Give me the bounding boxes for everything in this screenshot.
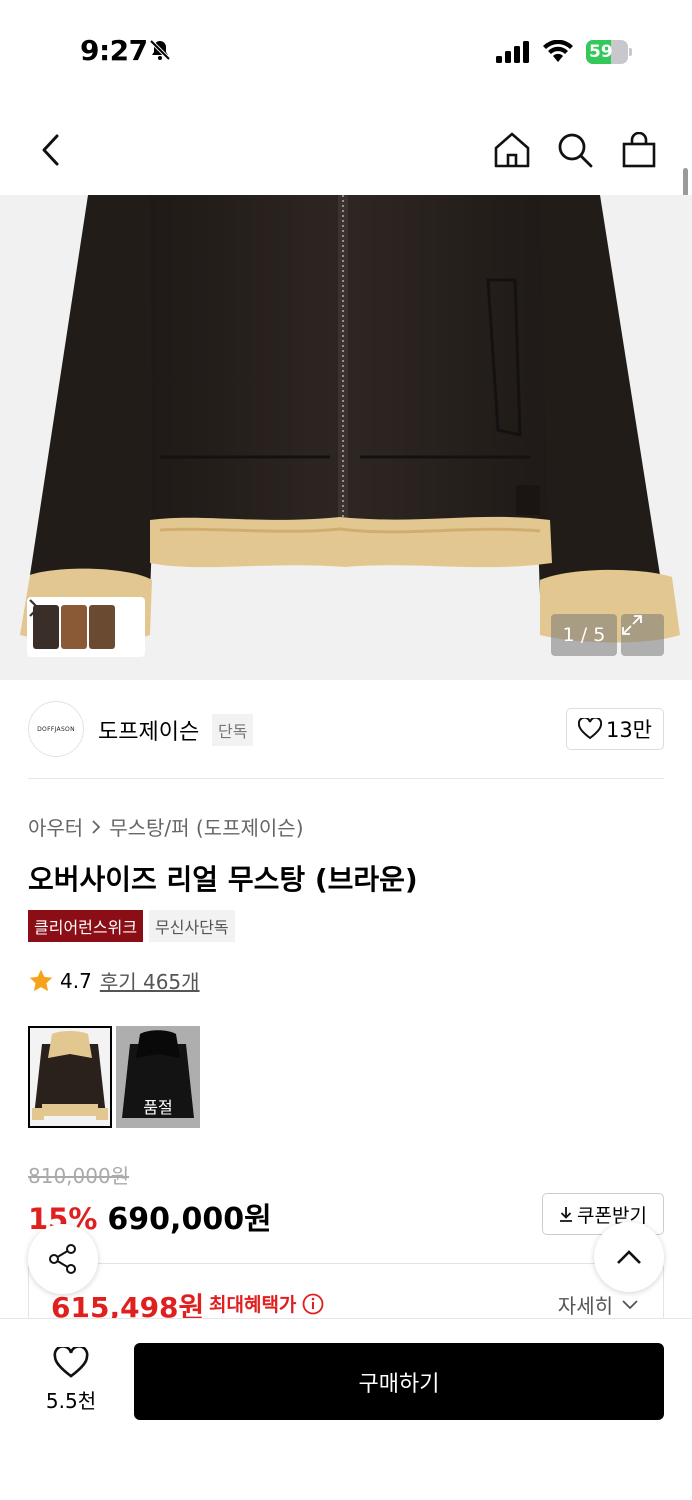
back-button[interactable] bbox=[28, 128, 72, 172]
share-button[interactable] bbox=[28, 1224, 98, 1294]
benefit-detail-toggle[interactable]: 자세히 bbox=[558, 1290, 639, 1319]
rating-score: 4.7 bbox=[60, 968, 92, 993]
sale-price: 690,000원 bbox=[107, 1202, 272, 1237]
brown-jacket-thumbnail bbox=[30, 1028, 110, 1126]
star-icon bbox=[29, 969, 53, 991]
battery-percent: 59 bbox=[589, 42, 613, 62]
product-badges: 클리어런스위크 무신사단독 bbox=[28, 910, 235, 942]
brand-like-button[interactable]: 13만 bbox=[565, 708, 664, 750]
brand-like-count: 13만 bbox=[605, 718, 652, 742]
breadcrumb: 아우터 무스탕/퍼 (도프제이슨) bbox=[28, 812, 304, 841]
battery-charging-icon: 59 bbox=[586, 40, 632, 64]
reviews-link[interactable]: 후기 465개 bbox=[100, 966, 200, 995]
bottom-action-bar: 5.5천 구매하기 bbox=[0, 1318, 692, 1500]
gallery-thumbnail-strip[interactable] bbox=[27, 597, 145, 657]
color-options: 품절 bbox=[28, 1026, 204, 1128]
back-chevron-icon bbox=[42, 134, 59, 166]
home-icon bbox=[494, 132, 530, 168]
wishlist-count: 5.5천 bbox=[45, 1389, 97, 1413]
color-option-brown[interactable] bbox=[28, 1026, 112, 1128]
shopping-bag-icon bbox=[622, 132, 656, 168]
brand-name[interactable]: 도프제이슨 bbox=[98, 714, 199, 746]
color-option-black[interactable]: 품절 bbox=[116, 1026, 200, 1128]
fullscreen-button[interactable] bbox=[621, 614, 664, 656]
thumbnail-image bbox=[89, 605, 115, 649]
chevron-right-icon bbox=[92, 819, 101, 834]
product-image-gallery[interactable]: 1 / 5 bbox=[0, 195, 692, 680]
image-counter: 1 / 5 bbox=[551, 614, 617, 656]
cart-button[interactable] bbox=[617, 128, 661, 172]
expand-icon bbox=[622, 615, 642, 635]
wishlist-button[interactable]: 5.5천 bbox=[36, 1347, 106, 1417]
benefit-detail-label: 자세히 bbox=[557, 1294, 613, 1318]
chevron-up-icon bbox=[617, 1250, 641, 1264]
chevron-right-icon bbox=[29, 599, 40, 617]
cellular-signal-icon bbox=[496, 41, 529, 63]
top-navigation bbox=[0, 120, 692, 180]
status-time: 9:27 bbox=[80, 34, 148, 67]
heart-icon bbox=[577, 718, 602, 740]
home-button[interactable] bbox=[490, 128, 534, 172]
search-button[interactable] bbox=[553, 128, 597, 172]
search-icon bbox=[558, 133, 593, 168]
breadcrumb-subcategory[interactable]: 무스탕/퍼 (도프제이슨) bbox=[109, 812, 303, 841]
exclusive-badge: 단독 bbox=[212, 714, 254, 746]
download-icon bbox=[560, 1207, 573, 1222]
divider bbox=[28, 778, 664, 779]
bell-slash-icon bbox=[149, 39, 171, 61]
thumbnail-image bbox=[61, 605, 87, 649]
status-bar: 9:27 59 bbox=[0, 0, 692, 100]
max-benefit-text: 최대혜택가 bbox=[209, 1294, 297, 1316]
max-benefit-label: 최대혜택가 bbox=[209, 1290, 324, 1317]
original-price: 810,000원 bbox=[28, 1164, 130, 1188]
exclusive-badge: 무신사단독 bbox=[149, 910, 235, 942]
scroll-top-button[interactable] bbox=[594, 1222, 664, 1292]
buy-button[interactable]: 구매하기 bbox=[134, 1343, 664, 1420]
product-title: 오버사이즈 리얼 무스탕 (브라운) bbox=[28, 863, 418, 896]
chevron-down-icon bbox=[622, 1299, 638, 1309]
share-icon bbox=[49, 1244, 76, 1274]
clearance-badge: 클리어런스위크 bbox=[28, 910, 144, 942]
sold-out-overlay: 품절 bbox=[116, 1026, 200, 1128]
breadcrumb-category[interactable]: 아우터 bbox=[28, 812, 83, 841]
brand-row: DOFFJASON 도프제이슨 단독 13만 bbox=[28, 700, 664, 760]
brand-logo[interactable]: DOFFJASON bbox=[28, 701, 84, 757]
wifi-icon bbox=[543, 40, 573, 62]
heart-icon bbox=[53, 1347, 89, 1378]
rating-row: 4.7 후기 465개 bbox=[28, 966, 200, 995]
info-icon[interactable] bbox=[302, 1293, 324, 1315]
